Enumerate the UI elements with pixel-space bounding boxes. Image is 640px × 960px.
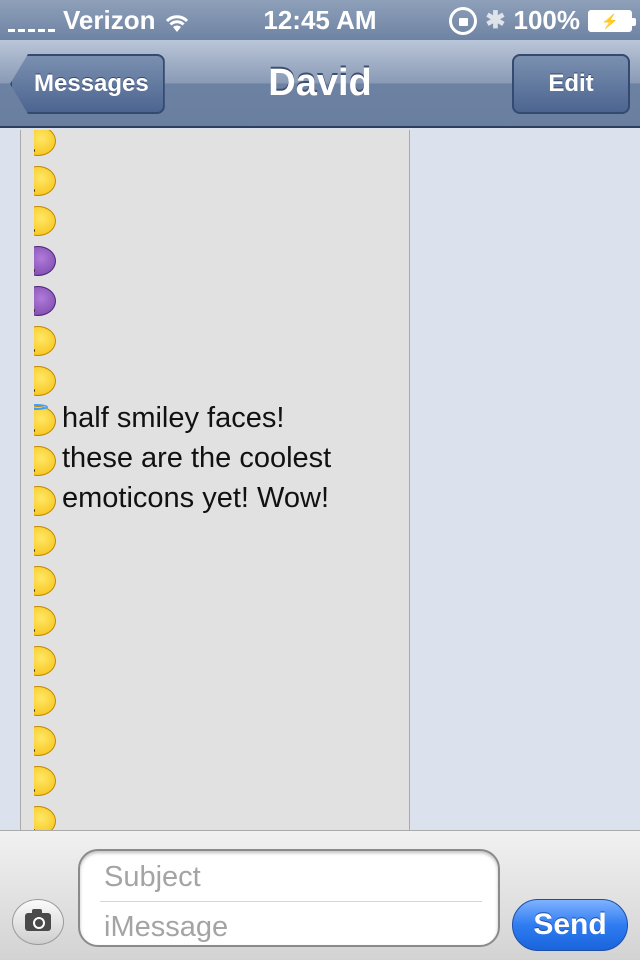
emoji-devil-icon (34, 284, 58, 318)
emoji-halo-icon (34, 404, 58, 438)
back-button-label: Messages (34, 70, 149, 97)
emoji-grin-icon (34, 564, 58, 598)
edit-button[interactable]: Edit (512, 54, 630, 114)
conversation-view[interactable]: half smiley faces! these are the coolest… (0, 130, 640, 830)
compose-field (78, 849, 500, 949)
emoji-neutral-icon (34, 324, 58, 358)
emoji-smiley-icon (34, 164, 58, 198)
emoji-dizzy-face-icon (34, 130, 58, 158)
emoji-column (34, 130, 58, 830)
message-text: half smiley faces! these are the coolest… (62, 398, 331, 518)
status-right: ✱ 100% ⚡ (449, 5, 636, 36)
navigation-bar: Messages David Edit (0, 40, 640, 128)
camera-icon (25, 909, 51, 931)
emoji-smiley-icon (34, 764, 58, 798)
messages-screen: Verizon 12:45 AM ✱ 100% ⚡ Messages David… (0, 0, 640, 960)
emoji-surprised-icon (34, 724, 58, 758)
compose-divider (100, 901, 482, 902)
emoji-smiley-icon (34, 204, 58, 238)
message-line: half smiley faces! (62, 402, 285, 434)
emoji-expressionless-icon (34, 484, 58, 518)
emoji-kiss-icon (34, 644, 58, 678)
emoji-smiley-icon (34, 444, 58, 478)
battery-percent: 100% (513, 5, 581, 35)
message-line: emoticons yet! Wow! (62, 482, 330, 514)
message-line: these are the coolest (62, 442, 332, 474)
send-button[interactable]: Send (512, 899, 628, 951)
emoji-grin-icon (34, 524, 58, 558)
emoji-tears-icon (34, 804, 58, 830)
battery-icon: ⚡ (588, 9, 636, 32)
rotation-lock-icon (449, 6, 478, 35)
message-input[interactable] (104, 905, 482, 949)
camera-button[interactable] (12, 899, 64, 945)
subject-input[interactable] (104, 855, 482, 899)
compose-bar: Send (0, 830, 640, 960)
emoji-neutral-icon (34, 364, 58, 398)
emoji-smirk-icon (34, 684, 58, 718)
emoji-heart-eyes-icon (34, 604, 58, 638)
bluetooth-icon: ✱ (485, 7, 506, 34)
status-bar: Verizon 12:45 AM ✱ 100% ⚡ (0, 0, 640, 40)
emoji-devil-icon (34, 244, 58, 278)
